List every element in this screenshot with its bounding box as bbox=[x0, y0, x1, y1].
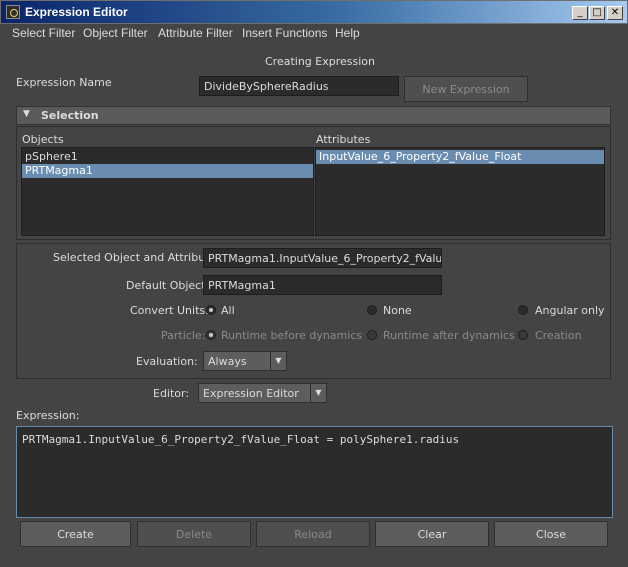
selected-object-attribute-label: Selected Object and Attribute: bbox=[53, 251, 220, 264]
convert-none-label: None bbox=[383, 304, 412, 317]
maximize-button[interactable]: □ bbox=[589, 6, 605, 20]
convert-angular-label: Angular only bbox=[535, 304, 605, 317]
new-expression-button[interactable]: New Expression bbox=[404, 76, 528, 102]
expression-name-input[interactable]: DivideBySphereRadius bbox=[199, 76, 399, 96]
collapse-arrow-icon: ▼ bbox=[23, 109, 30, 119]
editor-value: Expression Editor bbox=[203, 387, 299, 400]
convert-angular-radio[interactable] bbox=[518, 305, 528, 315]
list-item-selected[interactable]: PRTMagma1 bbox=[22, 164, 313, 178]
selected-object-attribute-field[interactable]: PRTMagma1.InputValue_6_Property2_fValue_… bbox=[203, 248, 442, 268]
minimize-button[interactable]: _ bbox=[572, 6, 588, 20]
particle-before-label: Runtime before dynamics bbox=[221, 329, 363, 342]
attributes-list[interactable]: InputValue_6_Property2_fValue_Float bbox=[315, 147, 605, 236]
menu-help[interactable]: Help bbox=[335, 26, 360, 40]
delete-button[interactable]: Delete bbox=[137, 521, 251, 547]
convert-all-label: All bbox=[221, 304, 235, 317]
chevron-down-icon: ▼ bbox=[270, 352, 286, 370]
title-bar[interactable]: Expression Editor _ □ ✕ bbox=[0, 0, 628, 24]
close-window-button[interactable]: ✕ bbox=[607, 6, 623, 20]
chevron-down-icon: ▼ bbox=[310, 384, 326, 402]
evaluation-label: Evaluation: bbox=[136, 355, 198, 368]
convert-none-radio[interactable] bbox=[367, 305, 377, 315]
selection-section-header[interactable]: ▼ Selection bbox=[16, 106, 611, 125]
particle-creation-label: Creation bbox=[535, 329, 582, 342]
editor-dropdown[interactable]: Expression Editor ▼ bbox=[198, 383, 327, 403]
evaluation-dropdown[interactable]: Always ▼ bbox=[203, 351, 287, 371]
particle-label: Particle: bbox=[161, 329, 206, 342]
app-icon bbox=[6, 5, 20, 19]
expression-name-label: Expression Name bbox=[16, 76, 112, 89]
reload-button[interactable]: Reload bbox=[256, 521, 370, 547]
attributes-label: Attributes bbox=[316, 133, 371, 146]
selection-title: Selection bbox=[41, 109, 99, 122]
particle-creation-radio[interactable] bbox=[518, 330, 528, 340]
convert-all-radio[interactable] bbox=[206, 305, 216, 315]
objects-label: Objects bbox=[22, 133, 64, 146]
menu-object-filter[interactable]: Object Filter bbox=[83, 26, 148, 40]
close-button[interactable]: Close bbox=[494, 521, 608, 547]
expression-text-area[interactable]: PRTMagma1.InputValue_6_Property2_fValue_… bbox=[16, 426, 613, 518]
default-object-label: Default Object: bbox=[126, 279, 210, 292]
menu-attribute-filter[interactable]: Attribute Filter bbox=[158, 26, 233, 40]
clear-button[interactable]: Clear bbox=[375, 521, 489, 547]
expression-label: Expression: bbox=[16, 409, 80, 422]
list-item[interactable]: pSphere1 bbox=[22, 150, 313, 164]
default-object-field[interactable]: PRTMagma1 bbox=[203, 275, 442, 295]
particle-after-label: Runtime after dynamics bbox=[383, 329, 515, 342]
menu-insert-functions[interactable]: Insert Functions bbox=[242, 26, 327, 40]
editor-label: Editor: bbox=[153, 387, 190, 400]
window-title: Expression Editor bbox=[25, 5, 128, 19]
particle-before-radio[interactable] bbox=[206, 330, 216, 340]
particle-after-radio[interactable] bbox=[367, 330, 377, 340]
menu-select-filter[interactable]: Select Filter bbox=[12, 26, 75, 40]
list-item-selected[interactable]: InputValue_6_Property2_fValue_Float bbox=[316, 150, 604, 164]
evaluation-value: Always bbox=[208, 355, 247, 368]
objects-list[interactable]: pSphere1 PRTMagma1 bbox=[21, 147, 314, 236]
convert-units-label: Convert Units: bbox=[130, 304, 209, 317]
create-button[interactable]: Create bbox=[20, 521, 131, 547]
mode-text: Creating Expression bbox=[265, 55, 375, 68]
